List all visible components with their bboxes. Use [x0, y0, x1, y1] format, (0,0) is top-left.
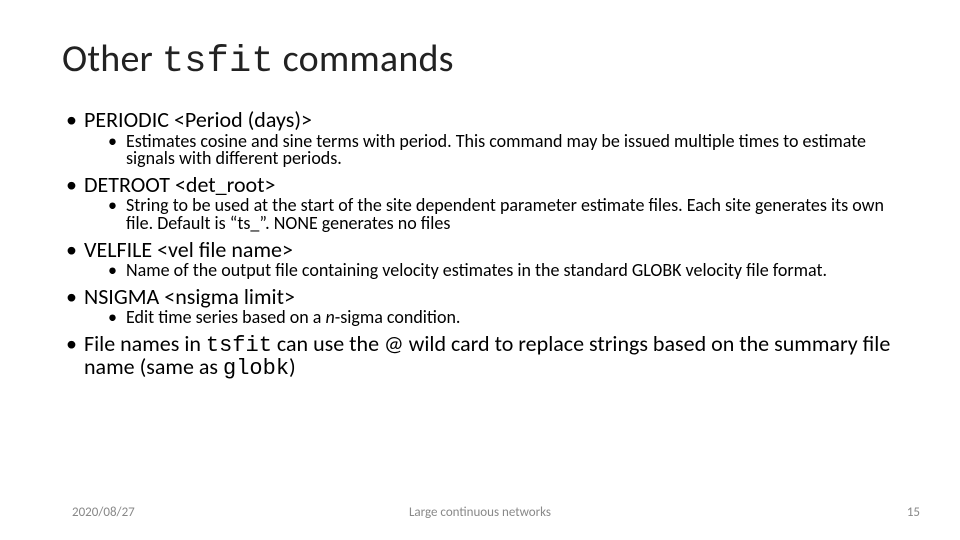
bullet-list: PERIODIC <Period (days)> Estimates cosin…	[62, 109, 898, 380]
sub-item: Name of the output file containing veloc…	[106, 262, 898, 280]
last-code2: globk	[223, 356, 289, 381]
item-label: PERIODIC <Period (days)>	[84, 106, 312, 133]
title-pre: Other	[62, 36, 162, 82]
last-post: )	[289, 353, 296, 380]
slide: Other tsfit commands PERIODIC <Period (d…	[0, 0, 960, 540]
list-item: VELFILE <vel file name> Name of the outp…	[62, 239, 898, 280]
list-item: NSIGMA <nsigma limit> Edit time series b…	[62, 286, 898, 327]
footer-title: Large continuous networks	[0, 505, 960, 520]
sub-item: String to be used at the start of the si…	[106, 197, 898, 232]
sub-post: -sigma condition.	[335, 306, 461, 328]
sub-italic: n	[325, 306, 334, 328]
title-code: tsfit	[162, 41, 274, 83]
sub-list: Estimates cosine and sine terms with per…	[84, 133, 898, 168]
sub-list: Name of the output file containing veloc…	[84, 262, 898, 280]
list-item: DETROOT <det_root> String to be used at …	[62, 174, 898, 233]
sub-item: Edit time series based on a n-sigma cond…	[106, 309, 898, 327]
sub-pre: Edit time series based on a	[126, 306, 325, 328]
list-item: File names in tsfit can use the @ wild c…	[62, 333, 898, 380]
sub-item: Estimates cosine and sine terms with per…	[106, 133, 898, 168]
sub-list: Edit time series based on a n-sigma cond…	[84, 309, 898, 327]
sub-list: String to be used at the start of the si…	[84, 197, 898, 232]
title-post: commands	[274, 36, 454, 82]
footer-page-number: 15	[907, 505, 920, 520]
list-item: PERIODIC <Period (days)> Estimates cosin…	[62, 109, 898, 168]
slide-title: Other tsfit commands	[62, 36, 898, 83]
